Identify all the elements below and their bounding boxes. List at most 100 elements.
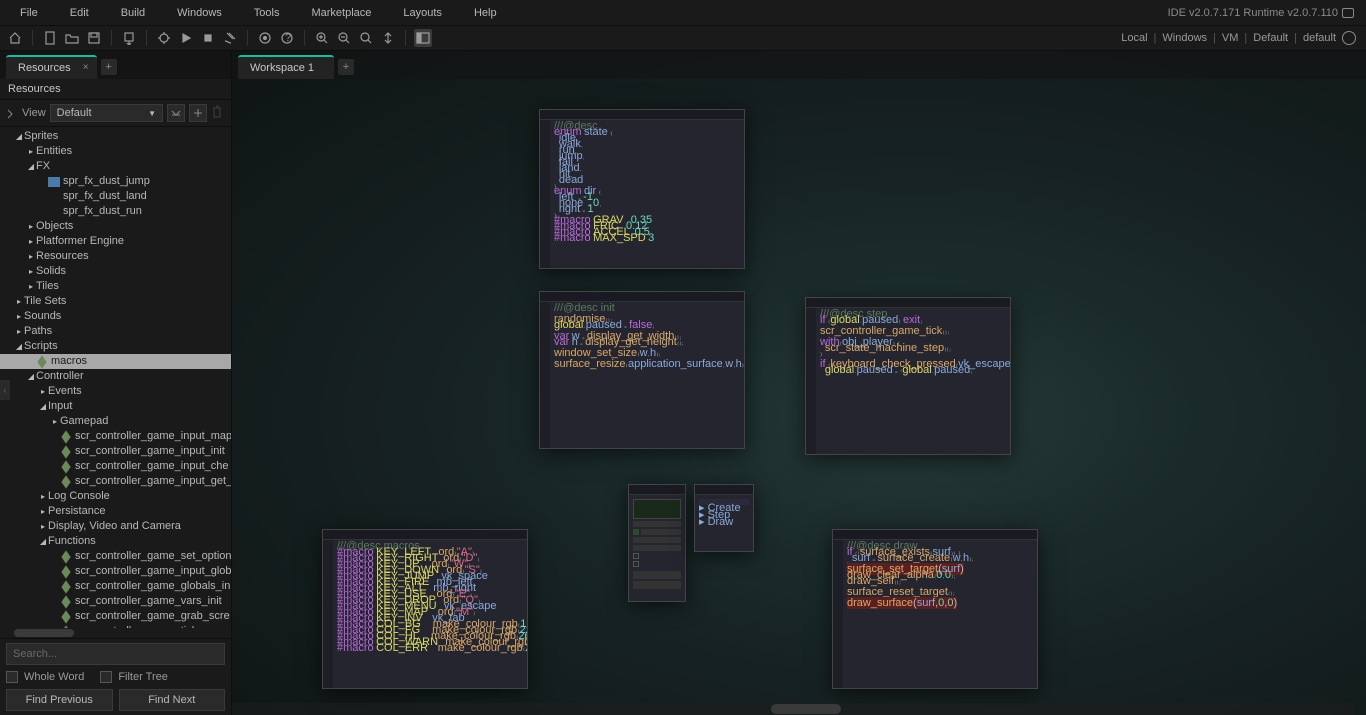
tree-item-sprite[interactable]: spr_fx_dust_jump xyxy=(0,174,231,189)
tree-item-script[interactable]: scr_controller_game_input_get_ xyxy=(0,474,231,489)
zoom-reset-button[interactable] xyxy=(357,29,375,47)
menu-layouts[interactable]: Layouts xyxy=(387,3,458,23)
find-next-button[interactable]: Find Next xyxy=(119,689,226,711)
code-window[interactable]: ///@desc enum state { idle, walk, run, j… xyxy=(539,109,745,269)
tree-folder-scripts[interactable]: ◢Scripts xyxy=(0,339,231,354)
tree-item-script[interactable]: scr_controller_game_vars_init xyxy=(0,594,231,609)
tree-item-macros[interactable]: macros xyxy=(0,354,231,369)
tree-item-script[interactable]: scr_controller_game_input_init xyxy=(0,444,231,459)
workspace-canvas[interactable]: Workspace 1 + ///@desc enum state { idle… xyxy=(232,51,1366,715)
edit-view-button[interactable] xyxy=(167,104,185,122)
zoom-out-button[interactable] xyxy=(335,29,353,47)
code-window[interactable]: ///@desc step if (global.paused) exit; s… xyxy=(805,297,1011,455)
tree-item-sprite[interactable]: spr_fx_dust_run xyxy=(0,204,231,219)
home-button[interactable] xyxy=(6,29,24,47)
new-project-button[interactable] xyxy=(41,29,59,47)
resource-tree[interactable]: ◢Sprites ▸Entities ◢FX spr_fx_dust_jump … xyxy=(0,127,231,628)
code-window[interactable]: ///@desc draw if (!surface_exists(surf))… xyxy=(832,529,1038,689)
window-titlebar[interactable] xyxy=(629,485,685,495)
tree-folder-resources[interactable]: ▸Resources xyxy=(0,249,231,264)
menu-help[interactable]: Help xyxy=(458,3,513,23)
find-previous-button[interactable]: Find Previous xyxy=(6,689,113,711)
delete-view-icon[interactable] xyxy=(211,105,225,121)
tree-item-script[interactable]: scr_controller_game_input_che xyxy=(0,459,231,474)
menu-windows[interactable]: Windows xyxy=(161,3,238,23)
add-tab-button[interactable]: + xyxy=(101,59,117,75)
tree-item-script[interactable]: scr_controller_game_set_option xyxy=(0,549,231,564)
code-window[interactable]: ///@desc init randomise(); global.paused… xyxy=(539,291,745,449)
tree-folder-gamepad[interactable]: ▸Gamepad xyxy=(0,414,231,429)
tab-workspace-1[interactable]: Workspace 1 xyxy=(238,55,334,79)
tree-folder-tiles[interactable]: ▸Tiles xyxy=(0,279,231,294)
filter-tree-checkbox[interactable]: Filter Tree xyxy=(100,671,168,683)
clean-button[interactable] xyxy=(221,29,239,47)
tree-folder-entities[interactable]: ▸Entities xyxy=(0,144,231,159)
sprite-icon xyxy=(48,207,60,217)
save-button[interactable] xyxy=(85,29,103,47)
tree-folder-persistance[interactable]: ▸Persistance xyxy=(0,504,231,519)
open-project-button[interactable] xyxy=(63,29,81,47)
menu-file[interactable]: File xyxy=(4,3,54,23)
tree-folder-solids[interactable]: ▸Solids xyxy=(0,264,231,279)
menu-tools[interactable]: Tools xyxy=(238,3,296,23)
add-workspace-button[interactable]: + xyxy=(338,59,354,75)
workspace-hscroll[interactable] xyxy=(232,703,1354,715)
close-icon[interactable]: × xyxy=(83,62,89,73)
tree-item-script[interactable]: scr_controller_game_grab_scre xyxy=(0,609,231,624)
window-titlebar[interactable] xyxy=(323,530,527,540)
menu-edit[interactable]: Edit xyxy=(54,3,105,23)
status-windows[interactable]: Windows xyxy=(1162,32,1207,44)
menu-marketplace[interactable]: Marketplace xyxy=(295,3,387,23)
tree-item-script[interactable]: scr_controller_game_input_glob xyxy=(0,564,231,579)
expand-button[interactable] xyxy=(379,29,397,47)
tree-folder-display[interactable]: ▸Display, Video and Camera xyxy=(0,519,231,534)
tree-folder-platformer-engine[interactable]: ▸Platformer Engine xyxy=(0,234,231,249)
tree-folder-controller[interactable]: ◢Controller xyxy=(0,369,231,384)
debug-button[interactable] xyxy=(155,29,173,47)
status-local[interactable]: Local xyxy=(1121,32,1147,44)
tree-folder-input[interactable]: ◢Input xyxy=(0,399,231,414)
create-exe-button[interactable] xyxy=(120,29,138,47)
status-default[interactable]: Default xyxy=(1253,32,1288,44)
search-input[interactable] xyxy=(6,643,225,665)
view-dropdown[interactable]: Default ▼ xyxy=(50,104,163,122)
tree-folder-objects[interactable]: ▸Objects xyxy=(0,219,231,234)
window-titlebar[interactable] xyxy=(540,292,744,302)
tree-item-script[interactable]: scr_controller_game_input_map_ xyxy=(0,429,231,444)
window-titlebar[interactable] xyxy=(540,110,744,120)
zoom-in-button[interactable] xyxy=(313,29,331,47)
menu-build[interactable]: Build xyxy=(105,3,161,23)
notifications-icon[interactable] xyxy=(1342,8,1354,18)
tree-folder-events[interactable]: ▸Events xyxy=(0,384,231,399)
status-config[interactable]: default xyxy=(1303,32,1336,44)
sidebar-collapse-handle[interactable]: ‹ xyxy=(0,380,10,400)
tree-folder-functions[interactable]: ◢Functions xyxy=(0,534,231,549)
add-view-button[interactable] xyxy=(189,104,207,122)
window-titlebar[interactable] xyxy=(833,530,1037,540)
game-options-button[interactable] xyxy=(256,29,274,47)
object-window[interactable] xyxy=(628,484,686,602)
code-body: ///@desc step if (global.paused) exit; s… xyxy=(806,308,1010,454)
window-titlebar[interactable] xyxy=(806,298,1010,308)
status-vm[interactable]: VM xyxy=(1222,32,1239,44)
tree-item-script[interactable]: scr_controller_game_globals_in xyxy=(0,579,231,594)
tab-resources[interactable]: Resources × xyxy=(6,55,97,79)
events-window[interactable]: ▸ Create ▸ Step ▸ Draw xyxy=(694,484,754,552)
tree-item-sprite[interactable]: spr_fx_dust_land xyxy=(0,189,231,204)
tree-folder-sounds[interactable]: ▸Sounds xyxy=(0,309,231,324)
tree-folder-paths[interactable]: ▸Paths xyxy=(0,324,231,339)
code-window[interactable]: ///@desc macros #macro KEY_LEFT ord("A")… xyxy=(322,529,528,689)
collapse-tree-icon[interactable] xyxy=(6,107,18,119)
window-titlebar[interactable] xyxy=(695,485,753,495)
help-button[interactable]: ? xyxy=(278,29,296,47)
tree-hscroll[interactable] xyxy=(0,628,231,638)
stop-button[interactable] xyxy=(199,29,217,47)
docking-button[interactable] xyxy=(414,29,432,47)
tree-folder-log-console[interactable]: ▸Log Console xyxy=(0,489,231,504)
whole-word-checkbox[interactable]: Whole Word xyxy=(6,671,84,683)
tree-folder-tilesets[interactable]: ▸Tile Sets xyxy=(0,294,231,309)
run-button[interactable] xyxy=(177,29,195,47)
tree-folder-fx[interactable]: ◢FX xyxy=(0,159,231,174)
tree-folder-sprites[interactable]: ◢Sprites xyxy=(0,129,231,144)
target-settings-icon[interactable] xyxy=(1342,31,1356,45)
